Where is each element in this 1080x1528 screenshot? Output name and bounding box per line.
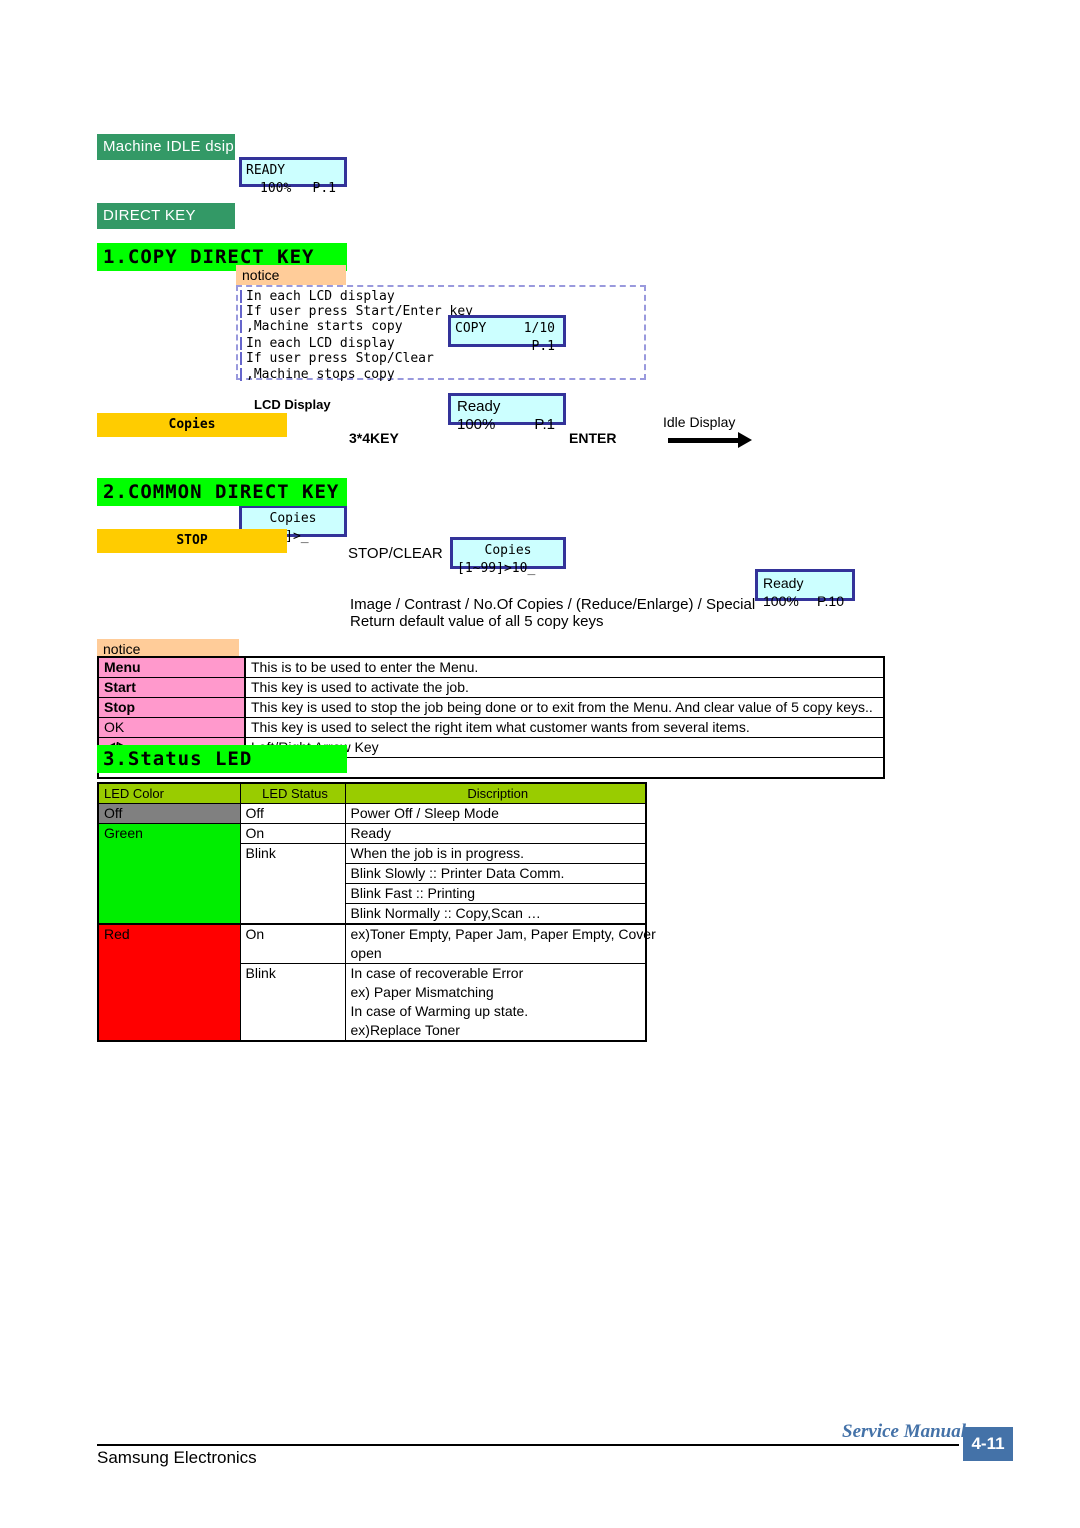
- clear-key-desc-2: Return default value of all 5 copy keys: [350, 613, 604, 630]
- idle-lcd-line1: READY: [246, 163, 286, 178]
- copies-result-lcd: Ready 100% P.10: [755, 569, 855, 609]
- footer-service-manual: Service Manual: [842, 1421, 967, 1442]
- ready-lcd-zoom: 100%: [457, 416, 496, 433]
- led-col-color: LED Color: [97, 782, 241, 804]
- led-status-red-on: On: [239, 923, 346, 964]
- footer-brand: Samsung Electronics: [97, 1448, 257, 1467]
- led-table-body: Off Off Power Off / Sleep Mode Green On …: [97, 803, 656, 1042]
- machine-idle-display-label: Machine IDLE dsiplay: [97, 134, 254, 160]
- table-row: Stop This key is used to stop the job be…: [97, 697, 885, 718]
- led-desc-line: ex) Paper Mismatching: [350, 984, 494, 1000]
- key-name-ok: OK: [97, 717, 246, 738]
- idle-lcd-line2: 100% P.1: [246, 180, 340, 198]
- result-lcd-page: P.10: [817, 593, 844, 609]
- lcd-display-caption: LCD Display: [254, 397, 331, 412]
- led-desc-line: Blink Slowly :: Printer Data Comm.: [345, 864, 645, 884]
- led-desc-line: Blink Normally :: Copy,Scan …: [350, 905, 541, 921]
- table-row: OK This key is used to select the right …: [97, 717, 885, 738]
- idle-lcd-page: P.1: [312, 181, 336, 196]
- ready-lcd-line1: Ready: [457, 398, 501, 415]
- stop-clear-action: STOP/CLEAR: [348, 545, 443, 562]
- result-lcd-zoom: 100%: [763, 593, 799, 609]
- copies-step1-line1: Copies: [269, 511, 317, 526]
- notice1-line-6: ,Machine stops copy: [240, 367, 395, 382]
- table-row: Menu This is to be used to enter the Men…: [97, 656, 885, 678]
- section-status-led: 3.Status LED: [97, 745, 347, 773]
- led-desc-off: Power Off / Sleep Mode: [344, 803, 647, 824]
- copies-step2-lcd: Copies [1~99]>10_: [450, 537, 566, 576]
- table-row: Off Off Power Off / Sleep Mode: [97, 803, 647, 824]
- flow-arrow-icon: [668, 432, 754, 448]
- led-desc-red-on: ex)Toner Empty, Paper Jam, Paper Empty, …: [344, 923, 656, 964]
- led-color-green: Green: [97, 823, 241, 925]
- led-color-off: Off: [97, 803, 241, 824]
- notice1-line-3: ,Machine starts copy: [240, 319, 403, 334]
- notice1-copy-lcd: COPY 1/10 P.1: [448, 315, 566, 354]
- led-desc-green-on: Ready: [344, 823, 647, 844]
- key-desc-start: This key is used to activate the job.: [244, 677, 885, 698]
- footer-page-number: 4-11: [963, 1427, 1013, 1461]
- direct-key-label: DIRECT KEY: [97, 203, 235, 229]
- ready-lcd-line2: 100% P.1: [457, 416, 559, 434]
- copy-lcd-mode: COPY: [455, 321, 487, 336]
- result-lcd-line1: Ready: [763, 575, 804, 591]
- copy-lcd-line2: P.1: [455, 338, 559, 356]
- idle-lcd-screen: READY 100% P.1: [239, 157, 347, 196]
- key-name-stop: Stop: [97, 697, 246, 718]
- copies-key-bar[interactable]: Copies: [97, 413, 287, 437]
- led-col-status: LED Status: [239, 782, 346, 804]
- led-table-header-row: LED Color LED Status Discription: [97, 782, 647, 804]
- copies-step2-action: ENTER: [569, 430, 617, 446]
- key-desc-ok: This key is used to select the right ite…: [244, 717, 885, 738]
- service-manual-page: Machine IDLE dsiplay READY 100% P.1 DIRE…: [0, 0, 1080, 1528]
- key-desc-stop: This key is used to stop the job being d…: [244, 697, 885, 718]
- idle-lcd-zoom: 100%: [260, 181, 292, 196]
- table-row: Start This key is used to activate the j…: [97, 677, 885, 698]
- notice1-line-5: If user press Stop/Clear: [240, 351, 434, 366]
- section-common-direct-key: 2.COMMON DIRECT KEY: [97, 478, 347, 506]
- footer-divider: [97, 1444, 959, 1446]
- led-status-off: Off: [239, 803, 346, 824]
- copies-step2-line2: [1~99]>10_: [457, 561, 536, 576]
- led-desc-line: ex)Toner Empty, Paper Jam, Paper Empty, …: [350, 926, 656, 942]
- led-desc-green-blink: When the job is in progress. Blink Slowl…: [344, 843, 647, 925]
- notice1-ready-lcd: Ready 100% P.1: [448, 393, 566, 433]
- copy-lcd-line1: COPY 1/10: [455, 320, 559, 338]
- table-row: Green On Ready: [97, 823, 647, 925]
- led-desc-line: ex)Replace Toner: [350, 1022, 460, 1038]
- table-row: Red On ex)Toner Empty, Paper Jam, Paper …: [97, 923, 656, 1042]
- led-table-head: LED Color LED Status Discription: [97, 782, 647, 804]
- result-lcd-line2: 100% P.10: [763, 592, 848, 610]
- led-desc-line: In case of recoverable Error: [350, 965, 524, 981]
- led-col-description: Discription: [344, 782, 647, 804]
- led-color-red: Red: [97, 923, 241, 1042]
- led-status-green-on: On: [239, 823, 346, 844]
- led-status-red-blink: Blink: [239, 963, 346, 1042]
- copies-step2-line1: Copies: [484, 543, 532, 558]
- led-desc-red-blink: In case of recoverable Error ex) Paper M…: [344, 963, 647, 1042]
- led-desc-line: Blink Fast :: Printing: [345, 884, 645, 904]
- notice-tab-1: notice: [236, 265, 346, 285]
- led-status-green-blink: Blink: [239, 843, 346, 925]
- copy-lcd-page: P.1: [531, 339, 555, 354]
- ready-lcd-page: P.1: [534, 416, 555, 433]
- idle-display-caption: Idle Display: [663, 414, 736, 430]
- copy-lcd-count: 1/10: [523, 321, 555, 336]
- key-desc-menu: This is to be used to enter the Menu.: [244, 656, 885, 678]
- key-name-menu: Menu: [97, 656, 246, 678]
- stop-key-bar[interactable]: STOP: [97, 529, 287, 553]
- led-desc-line: When the job is in progress.: [345, 844, 645, 864]
- led-desc-line: open: [350, 945, 382, 961]
- led-desc-line: In case of Warming up state.: [350, 1003, 529, 1019]
- key-name-start: Start: [97, 677, 246, 698]
- led-status-table: LED Color LED Status Discription Off Off…: [97, 782, 656, 1042]
- copies-step1-action: 3*4KEY: [349, 430, 399, 446]
